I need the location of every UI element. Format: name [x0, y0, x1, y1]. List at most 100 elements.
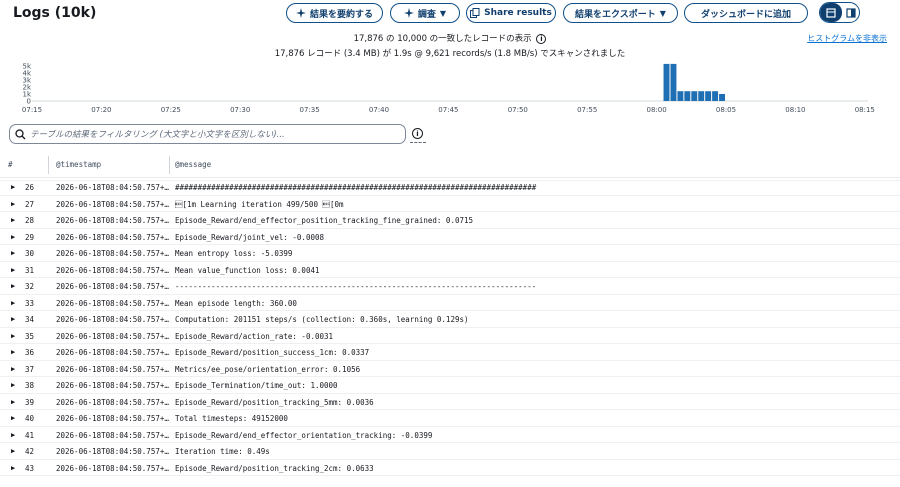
row-message: Episode_Reward/position_success_1cm: 0.0…: [175, 348, 370, 357]
table-filter-input[interactable]: テーブルの結果をフィルタリング (大文字と小文字を区別しない)...: [9, 124, 406, 144]
histogram-bar[interactable]: [677, 91, 684, 101]
expand-row-icon[interactable]: ▶: [11, 431, 15, 439]
add-to-dashboard-button[interactable]: ダッシュボードに追加: [684, 3, 808, 23]
row-number: 28: [25, 216, 35, 225]
row-message: Episode_Reward/end_effector_orientation_…: [175, 430, 433, 440]
row-timestamp: 2026-06-18T08:04:50.757+…: [56, 216, 169, 225]
expand-row-icon[interactable]: ▶: [11, 381, 15, 389]
column-header-message[interactable]: @message: [175, 160, 211, 169]
table-row[interactable]: ▶ 26 2026-06-18T08:04:50.757+… ############…: [0, 179, 900, 196]
histogram-bars: [663, 63, 725, 101]
row-message: [1m Learning iteration 499/500 [0m: [175, 199, 344, 209]
row-message: ----------------------------------------…: [175, 282, 537, 291]
row-number: 43: [25, 463, 35, 473]
row-message: Total timesteps: 49152000: [175, 414, 288, 423]
row-timestamp: 2026-06-18T08:04:50.757+…: [56, 364, 169, 374]
row-number: 38: [25, 381, 35, 390]
row-number: 31: [25, 265, 35, 275]
x-tick-label: 07:20: [91, 106, 111, 114]
histogram-bar[interactable]: [719, 94, 725, 101]
table-row[interactable]: ▶ 32 2026-06-18T08:04:50.757+… ------------…: [0, 278, 900, 295]
expand-row-icon[interactable]: ▶: [11, 447, 15, 455]
table-row[interactable]: ▶ 28 2026-06-18T08:04:50.757+… Episode_Rewa…: [0, 212, 900, 229]
summarize-results-button[interactable]: 結果を要約する: [286, 3, 383, 23]
expand-row-icon[interactable]: ▶: [11, 266, 15, 274]
table-row[interactable]: ▶ 40 2026-06-18T08:04:50.757+… Total timest…: [0, 410, 900, 427]
table-row[interactable]: ▶ 41 2026-06-18T08:04:50.757+… Episode_Rewa…: [0, 427, 900, 443]
histogram-bar[interactable]: [698, 91, 705, 101]
histogram-bar[interactable]: [684, 91, 691, 101]
histogram-bar[interactable]: [712, 91, 719, 101]
table-row[interactable]: ▶ 31 2026-06-18T08:04:50.757+… Mean value_f…: [0, 262, 900, 278]
expand-row-icon[interactable]: ▶: [11, 365, 15, 373]
table-row[interactable]: ▶ 35 2026-06-18T08:04:50.757+… Episode_Rewa…: [0, 328, 900, 344]
info-icon[interactable]: i: [536, 33, 547, 44]
table-row[interactable]: ▶ 39 2026-06-18T08:04:50.757+… Episode_Rewa…: [0, 394, 900, 410]
table-row[interactable]: ▶ 42 2026-06-18T08:04:50.757+… Iteration ti…: [0, 443, 900, 460]
info-underline: [410, 142, 426, 143]
table-row[interactable]: ▶ 27 2026-06-18T08:04:50.757+… [1m Learnin…: [0, 196, 900, 212]
expand-row-icon[interactable]: ▶: [11, 183, 15, 191]
table-row[interactable]: ▶ 33 2026-06-18T08:04:50.757+… Mean episode…: [0, 295, 900, 311]
row-timestamp: 2026-06-18T08:04:50.757+…: [56, 381, 169, 390]
row-message: Iteration time: 0.49s: [175, 447, 270, 456]
table-row[interactable]: ▶ 29 2026-06-18T08:04:50.757+… Episode_Rewa…: [0, 229, 900, 245]
table-row[interactable]: ▶ 38 2026-06-18T08:04:50.757+… Episode_Term…: [0, 377, 900, 394]
histogram-bar[interactable]: [705, 91, 712, 101]
export-results-label: 結果をエクスポート: [575, 9, 656, 20]
expand-row-icon[interactable]: ▶: [11, 464, 15, 472]
expand-row-icon[interactable]: ▶: [11, 282, 15, 290]
histogram-bar[interactable]: [691, 91, 698, 101]
row-number: 33: [25, 298, 35, 308]
expand-row-icon[interactable]: ▶: [11, 299, 15, 307]
x-tick-label: 07:15: [22, 106, 42, 114]
row-number: 32: [25, 282, 35, 291]
expand-row-icon[interactable]: ▶: [11, 348, 15, 356]
row-timestamp: 2026-06-18T08:04:50.757+…: [56, 447, 169, 456]
log-table-body: ▶ 26 2026-06-18T08:04:50.757+… ############…: [0, 174, 900, 487]
table-row[interactable]: ▶ 43 2026-06-18T08:04:50.757+… Episode_Rewa…: [0, 460, 900, 476]
caret-down-icon: ▼: [439, 8, 447, 18]
row-timestamp: 2026-06-18T08:04:50.757+…: [56, 298, 169, 308]
x-tick-label: 07:25: [161, 106, 181, 114]
table-row[interactable]: ▶ 34 2026-06-18T08:04:50.757+… Computation:…: [0, 311, 900, 328]
expand-row-icon[interactable]: ▶: [11, 398, 15, 406]
row-number: 39: [25, 397, 35, 407]
caret-down-icon: ▼: [659, 8, 666, 18]
x-tick-label: 08:05: [716, 106, 736, 114]
export-results-button[interactable]: 結果をエクスポート ▼: [563, 3, 678, 23]
info-icon[interactable]: i: [412, 128, 423, 139]
column-header-timestamp[interactable]: @timestamp: [56, 160, 101, 169]
expand-row-icon[interactable]: ▶: [11, 315, 15, 323]
table-row[interactable]: ▶ 30 2026-06-18T08:04:50.757+… Mean entropy…: [0, 245, 900, 262]
expand-row-icon[interactable]: ▶: [11, 414, 15, 422]
row-timestamp: 2026-06-18T08:04:50.757+…: [56, 397, 169, 407]
add-to-dashboard-label: ダッシュボードに追加: [700, 9, 791, 20]
row-timestamp: 2026-06-18T08:04:50.757+…: [56, 348, 169, 357]
table-row[interactable]: ▶ 37 2026-06-18T08:04:50.757+… Metrics/ee_p…: [0, 361, 900, 377]
expand-row-icon[interactable]: ▶: [11, 200, 15, 208]
scan-stats: 17,876 レコード (3.4 MB) が 1.9s @ 9,621 reco…: [274, 49, 626, 59]
split-view-icon: [845, 7, 856, 18]
sparkle-icon: [295, 8, 306, 18]
histogram-bar[interactable]: [670, 63, 677, 101]
row-timestamp: 2026-06-18T08:04:50.757+…: [56, 331, 169, 341]
column-divider[interactable]: [169, 156, 170, 174]
row-message: Computation: 201151 steps/s (collection:…: [175, 315, 469, 324]
row-timestamp: 2026-06-18T08:04:50.757+…: [56, 199, 169, 209]
share-results-button[interactable]: Share results: [466, 3, 556, 23]
table-view-toggle[interactable]: [820, 3, 842, 22]
hide-histogram-link[interactable]: ヒストグラムを非表示: [807, 33, 887, 44]
row-timestamp: 2026-06-18T08:04:50.757+…: [56, 232, 169, 242]
table-row[interactable]: ▶ 36 2026-06-18T08:04:50.757+… Episode_Rewa…: [0, 344, 900, 361]
column-divider[interactable]: [48, 156, 49, 174]
expand-row-icon[interactable]: ▶: [11, 233, 15, 241]
split-view-toggle[interactable]: [842, 3, 859, 22]
expand-row-icon[interactable]: ▶: [11, 216, 15, 224]
expand-row-icon[interactable]: ▶: [11, 249, 15, 257]
row-timestamp: 2026-06-18T08:04:50.757+…: [56, 463, 169, 473]
expand-row-icon[interactable]: ▶: [11, 332, 15, 340]
histogram-bar[interactable]: [663, 63, 670, 101]
patterns-dropdown-button[interactable]: 調査 ▼: [390, 3, 460, 23]
patterns-label: 調査: [417, 9, 436, 20]
